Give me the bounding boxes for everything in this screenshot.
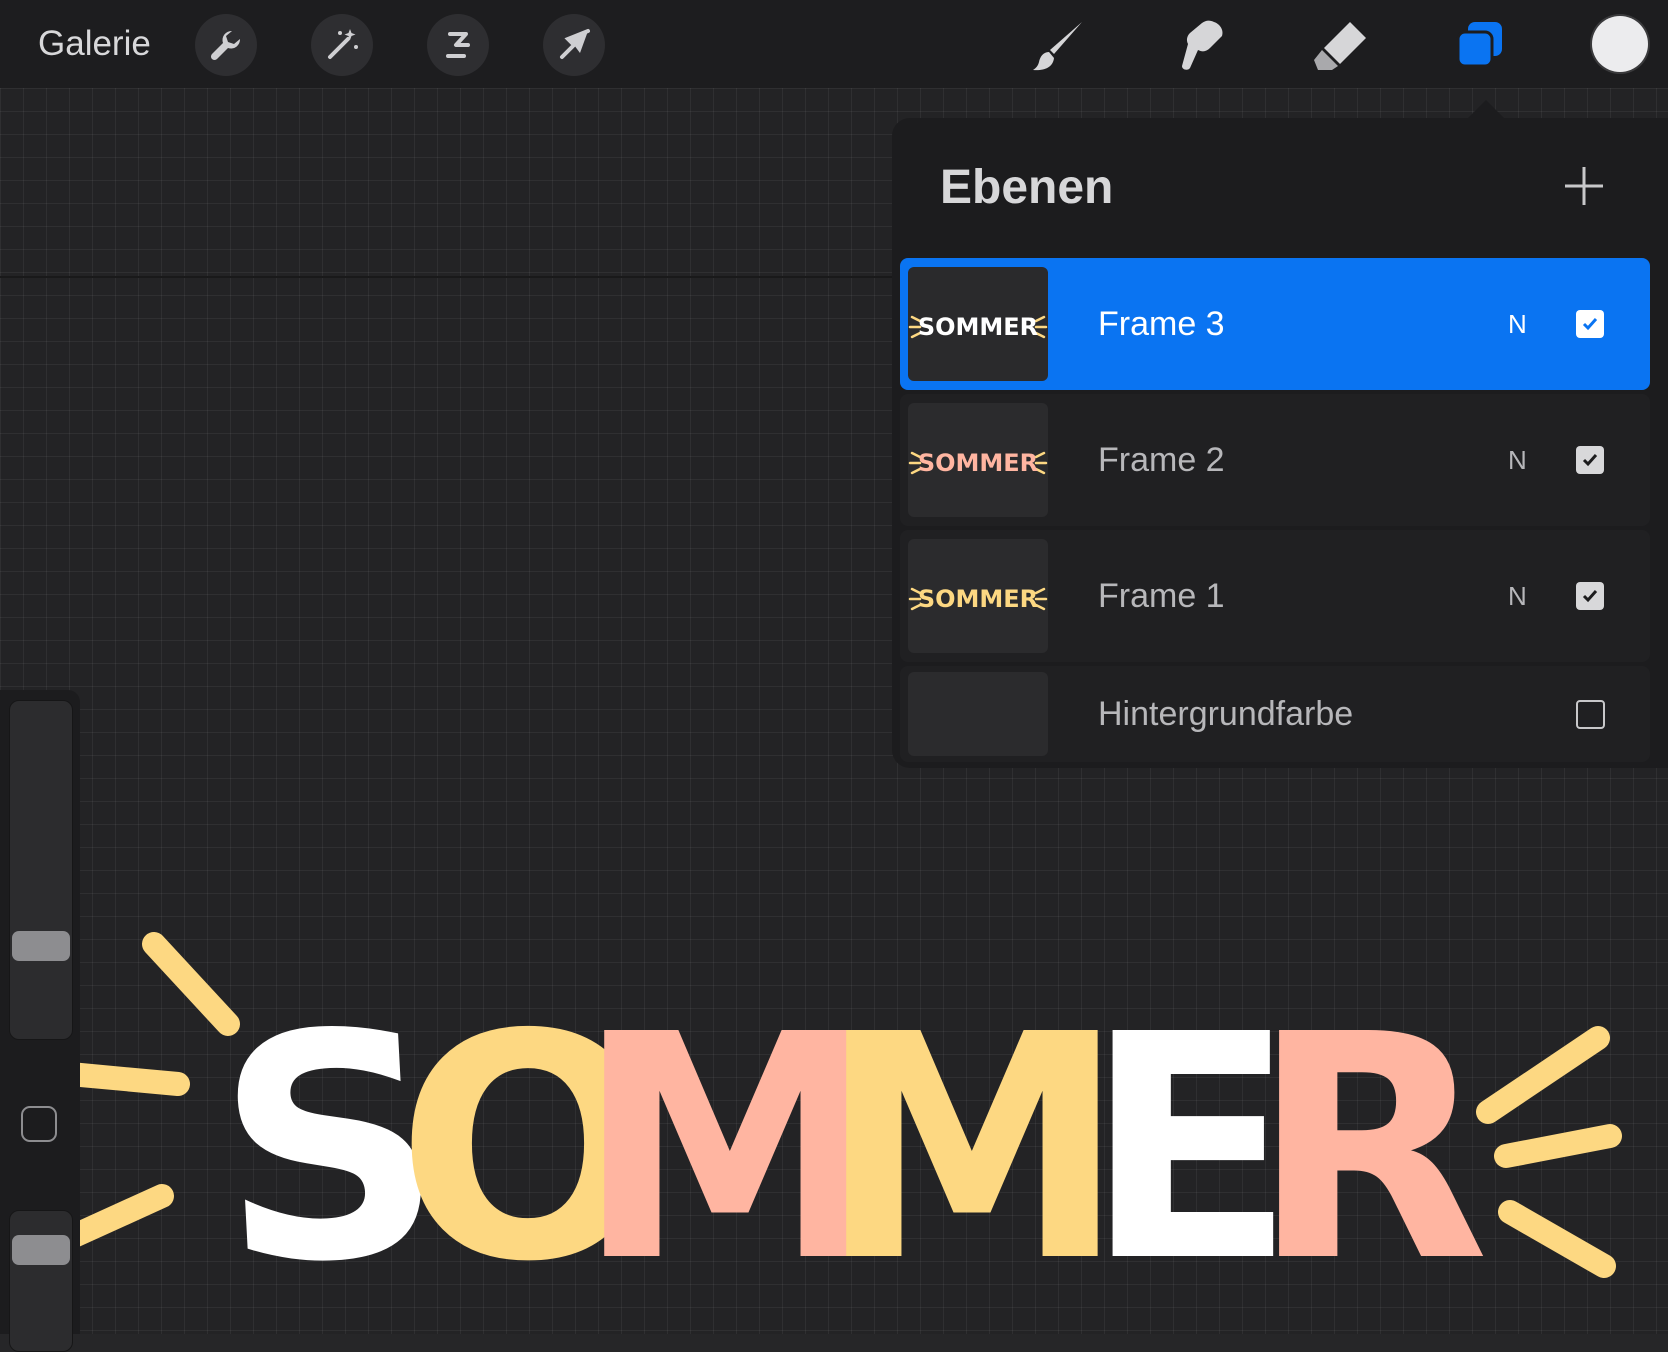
top-toolbar: Galerie (0, 0, 1668, 88)
adjustments-button[interactable] (311, 14, 373, 76)
layer-thumbnail: SOMMER (908, 539, 1048, 653)
checkmark-icon (1582, 454, 1598, 467)
checkmark-icon (1582, 318, 1598, 331)
thumb-text: SOMMER (918, 449, 1038, 477)
thumb-text: SOMMER (918, 585, 1038, 613)
layers-icon (1456, 22, 1502, 68)
transform-button[interactable] (543, 14, 605, 76)
visibility-checkbox[interactable] (1576, 310, 1604, 338)
thumb-text: SOMMER (918, 313, 1038, 341)
actions-button[interactable] (195, 14, 257, 76)
layer-name: Frame 2 (1098, 441, 1225, 479)
panel-title: Ebenen (940, 161, 1114, 214)
magic-wand-icon (328, 29, 358, 59)
ray-right-low (1498, 1200, 1616, 1278)
visibility-checkbox[interactable] (1576, 700, 1605, 729)
selection-button[interactable] (427, 14, 489, 76)
layer-name: Frame 3 (1098, 305, 1225, 343)
blend-mode-button[interactable]: N (1508, 530, 1527, 662)
visibility-checkbox[interactable] (1576, 582, 1604, 610)
color-picker-button[interactable] (1592, 16, 1648, 72)
layer-row-frame-1[interactable]: SOMMER Frame 1 N (900, 530, 1650, 662)
ray-left-mid (58, 1062, 190, 1096)
brush-size-slider[interactable] (9, 700, 73, 1040)
modify-button[interactable] (21, 1106, 57, 1142)
visibility-checkbox[interactable] (1576, 446, 1604, 474)
brush-size-slider-thumb[interactable] (12, 931, 70, 961)
layer-row-background-color[interactable]: Hintergrundfarbe (900, 666, 1650, 762)
layer-thumbnail (908, 672, 1048, 756)
smudge-tool-button[interactable] (1166, 12, 1234, 80)
opacity-slider-thumb[interactable] (12, 1235, 70, 1265)
opacity-slider[interactable] (9, 1210, 73, 1352)
plus-icon[interactable] (1562, 164, 1606, 208)
layers-panel: Ebenen SOMMER Frame 3 N SOMMER Frame 2 N… (892, 118, 1668, 768)
eraser-icon (1314, 22, 1366, 70)
blend-mode-button[interactable]: N (1508, 394, 1527, 526)
ray-left-low (62, 1184, 174, 1248)
layer-thumbnail: SOMMER (908, 403, 1048, 517)
eraser-tool-button[interactable] (1306, 12, 1374, 80)
arrow-cursor-icon (560, 29, 590, 59)
layer-name: Hintergrundfarbe (1098, 695, 1354, 733)
layers-tool-button[interactable] (1446, 12, 1514, 80)
layer-row-frame-2[interactable]: SOMMER Frame 2 N (900, 394, 1650, 526)
checkmark-icon (1582, 590, 1598, 603)
ray-right-mid (1494, 1124, 1622, 1168)
wrench-icon (210, 30, 241, 61)
left-sidebar (0, 690, 80, 1352)
brush-icon (1033, 22, 1082, 71)
smudge-icon (1182, 20, 1223, 70)
layer-row-frame-3[interactable]: SOMMER Frame 3 N (900, 258, 1650, 390)
ray-right-top (1476, 1026, 1610, 1124)
layer-name: Frame 1 (1098, 577, 1225, 615)
gallery-button[interactable]: Galerie (38, 22, 151, 66)
artwork-letter-m2: M (818, 969, 1127, 1330)
panel-pointer (1466, 100, 1506, 120)
layer-thumbnail: SOMMER (908, 267, 1048, 381)
selection-s-icon (446, 32, 470, 58)
blend-mode-button[interactable]: N (1508, 258, 1527, 390)
artwork-letters: S O M M E R (209, 963, 1489, 1334)
brush-tool-button[interactable] (1026, 12, 1094, 80)
artwork-letter-r: R (1251, 969, 1490, 1330)
